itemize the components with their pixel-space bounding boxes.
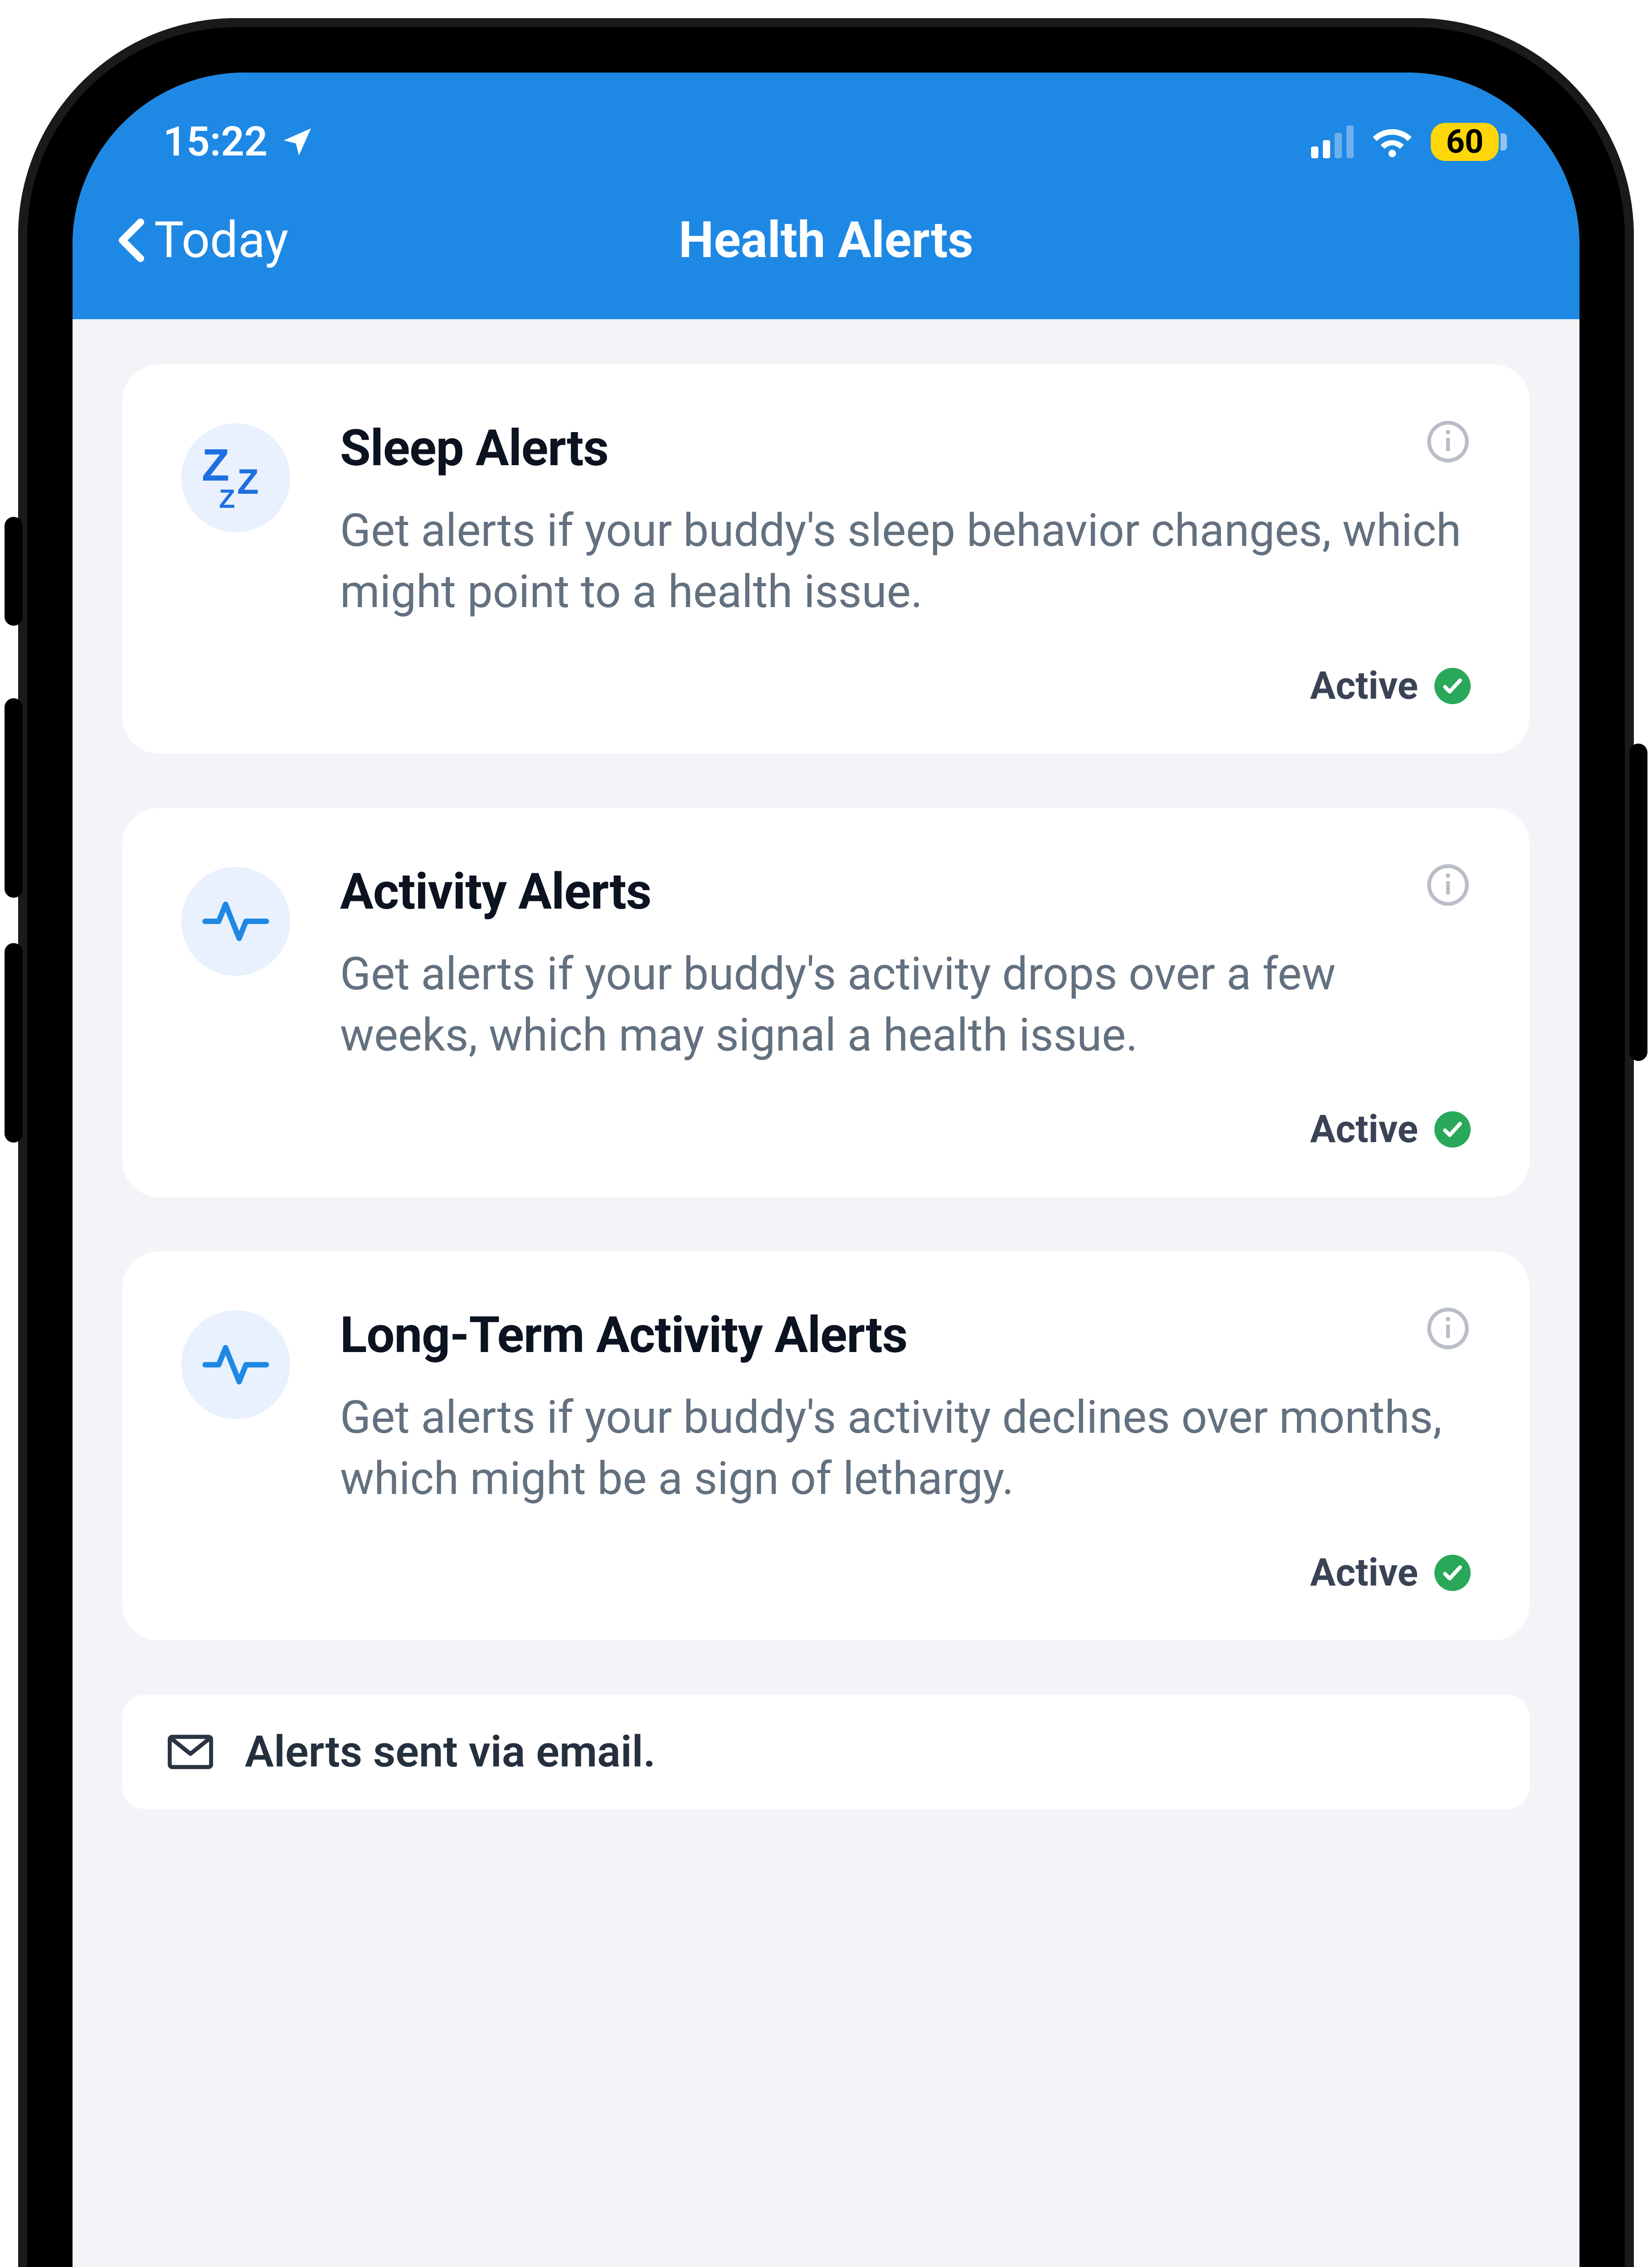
phone-frame: 15:22 60 xyxy=(18,18,1634,2267)
status-bar-left: 15:22 xyxy=(163,118,316,165)
check-icon xyxy=(1434,1555,1471,1591)
email-banner-text: Alerts sent via email. xyxy=(245,1727,656,1777)
status-label: Active xyxy=(1310,1550,1418,1595)
battery-indicator: 60 xyxy=(1431,123,1507,161)
alert-status: Active xyxy=(340,1550,1471,1595)
info-icon[interactable] xyxy=(1425,862,1471,908)
alert-card-longterm-activity[interactable]: Long-Term Activity Alerts Get alerts if … xyxy=(122,1251,1530,1640)
status-label: Active xyxy=(1310,663,1418,708)
alert-title: Sleep Alerts xyxy=(340,419,608,477)
alert-description: Get alerts if your buddy's sleep behavio… xyxy=(340,500,1471,623)
header: 15:22 60 xyxy=(73,73,1579,319)
volume-down-button xyxy=(5,943,23,1143)
status-bar-right: 60 xyxy=(1311,123,1507,161)
email-banner[interactable]: Alerts sent via email. xyxy=(122,1695,1530,1809)
alert-title: Long-Term Activity Alerts xyxy=(340,1306,907,1364)
alert-card-sleep[interactable]: ZZZ Sleep Alerts Get alerts if your budd… xyxy=(122,365,1530,754)
envelope-icon xyxy=(168,1734,213,1770)
alert-status: Active xyxy=(340,1107,1471,1152)
alert-description: Get alerts if your buddy's activity decl… xyxy=(340,1387,1471,1509)
navbar: Today Health Alerts xyxy=(73,179,1579,319)
alert-title: Activity Alerts xyxy=(340,862,651,921)
back-button[interactable]: Today xyxy=(118,211,288,269)
status-time: 15:22 xyxy=(163,118,267,165)
page-title: Health Alerts xyxy=(679,211,973,269)
status-label: Active xyxy=(1310,1107,1418,1152)
activity-icon xyxy=(181,867,290,976)
back-label: Today xyxy=(154,211,288,269)
alert-description: Get alerts if your buddy's activity drop… xyxy=(340,944,1471,1066)
check-icon xyxy=(1434,668,1471,704)
content[interactable]: ZZZ Sleep Alerts Get alerts if your budd… xyxy=(73,319,1579,2267)
battery-percent: 60 xyxy=(1431,123,1499,161)
alert-card-activity[interactable]: Activity Alerts Get alerts if your buddy… xyxy=(122,808,1530,1197)
info-icon[interactable] xyxy=(1425,1306,1471,1351)
check-icon xyxy=(1434,1111,1471,1148)
activity-icon xyxy=(181,1310,290,1419)
silent-switch xyxy=(5,517,23,626)
cellular-signal-icon xyxy=(1311,126,1354,158)
status-bar: 15:22 60 xyxy=(73,91,1579,179)
sleep-icon: ZZZ xyxy=(181,423,290,532)
volume-up-button xyxy=(5,698,23,898)
screen: 15:22 60 xyxy=(73,73,1579,2267)
power-button xyxy=(1629,744,1647,1061)
location-arrow-icon xyxy=(279,124,316,160)
alert-status: Active xyxy=(340,663,1471,708)
chevron-left-icon xyxy=(118,218,145,263)
info-icon[interactable] xyxy=(1425,419,1471,464)
wifi-icon xyxy=(1372,126,1413,158)
